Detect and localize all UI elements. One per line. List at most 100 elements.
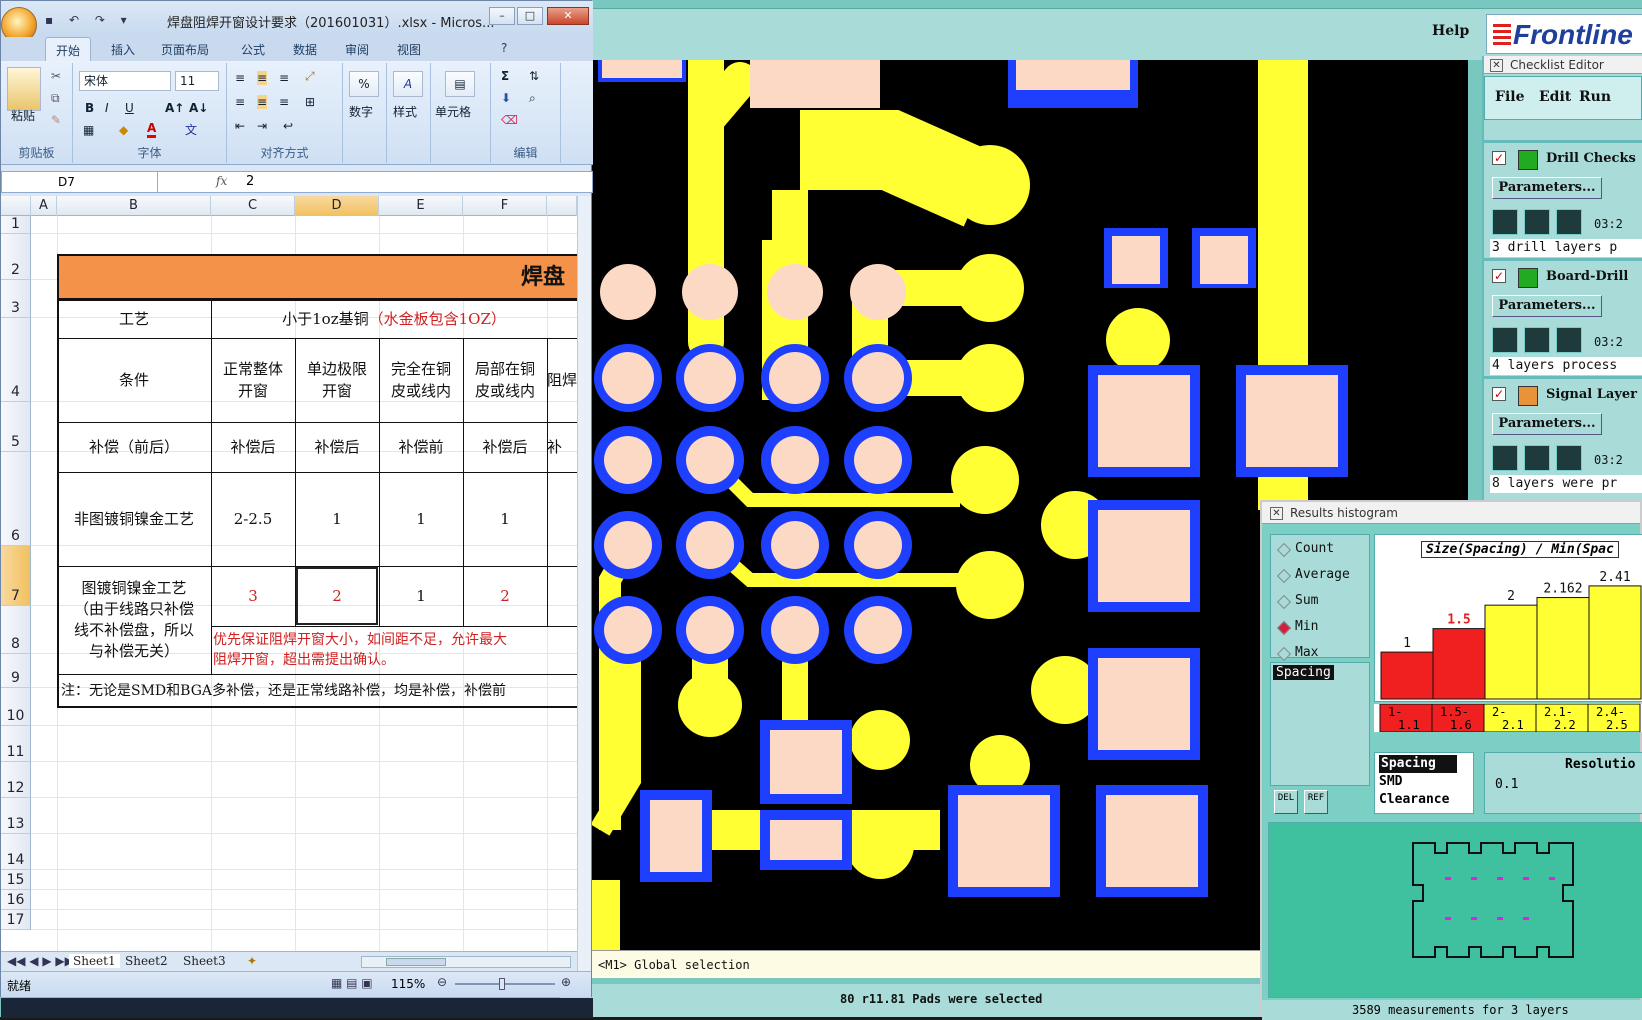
row-header[interactable]: 17 (1, 910, 31, 930)
row-header[interactable]: 5 (1, 402, 31, 452)
find-icon[interactable]: ⌕ (529, 91, 536, 106)
fill-icon[interactable]: ⬇ (501, 91, 511, 105)
help-icon[interactable]: ? (501, 41, 507, 55)
fill-color-icon[interactable]: ◆ (119, 123, 128, 137)
format-painter-icon[interactable]: ✎ (51, 113, 61, 127)
styles-icon[interactable]: A (393, 71, 423, 97)
tab-page-layout[interactable]: 页面布局 (161, 41, 209, 58)
increase-indent-icon[interactable]: ⇥ (257, 119, 267, 133)
menu-edit[interactable]: Edit (1539, 89, 1571, 105)
histogram-bar[interactable] (1380, 651, 1434, 700)
italic-button[interactable]: I (105, 101, 109, 115)
percent-icon[interactable]: % (349, 71, 379, 97)
zoom-slider[interactable] (455, 978, 555, 990)
run-icon[interactable] (1492, 445, 1518, 471)
decrease-indent-icon[interactable]: ⇤ (235, 119, 245, 133)
run-icon[interactable] (1556, 445, 1582, 471)
cut-icon[interactable]: ✂ (51, 69, 61, 83)
font-color-icon[interactable]: A (147, 121, 157, 138)
option-max[interactable]: Max (1277, 645, 1318, 660)
number-format-button[interactable]: 数字 (349, 103, 373, 120)
column-header[interactable] (547, 196, 577, 216)
vertical-scrollbar[interactable] (577, 196, 591, 971)
underline-button[interactable]: U (125, 101, 134, 115)
quick-access-toolbar[interactable]: ▪ ↶ ↷ ▾ (45, 13, 133, 27)
autosum-icon[interactable]: Σ (501, 69, 509, 83)
maximize-icon[interactable]: □ (517, 7, 543, 25)
option-average[interactable]: Average (1277, 567, 1350, 582)
value-cell[interactable]: 1 (379, 566, 463, 626)
worksheet-grid[interactable]: A B C D E F 1 2 3 4 5 6 7 8 9 10 11 12 13 14 15 16 17 焊盘 (1, 196, 577, 951)
sort-filter-icon[interactable]: ⇅ (529, 69, 539, 83)
category-list[interactable]: Spacing (1270, 662, 1370, 786)
tab-data[interactable]: 数据 (293, 41, 317, 58)
row-header[interactable]: 11 (1, 726, 31, 762)
histogram-bar[interactable] (1536, 597, 1590, 700)
value-cell[interactable]: 2-2.5 (211, 472, 295, 566)
row-header[interactable]: 2 (1, 234, 31, 280)
active-cell[interactable]: 2 (296, 567, 378, 625)
minimize-icon[interactable]: – (489, 7, 515, 25)
list-item-spacing[interactable]: Spacing (1273, 665, 1334, 680)
value-cell[interactable]: 1 (295, 472, 379, 566)
board-preview[interactable] (1268, 822, 1642, 998)
shrink-font-icon[interactable]: A↓ (189, 101, 208, 115)
styles-button[interactable]: 样式 (393, 103, 417, 120)
cells-icon[interactable]: ▤ (445, 71, 475, 97)
run-icon[interactable] (1556, 327, 1582, 353)
value-cell[interactable]: 3 (211, 566, 295, 626)
menu-file[interactable]: File (1495, 89, 1524, 105)
column-header[interactable]: F (463, 196, 547, 216)
merge-icon[interactable]: ⊞ (305, 95, 315, 109)
border-icon[interactable]: ▦ (83, 123, 94, 137)
parameters-button[interactable]: Parameters... (1492, 413, 1602, 435)
horizontal-scrollbar[interactable] (361, 956, 571, 968)
align-top-icon[interactable]: ≡ (235, 71, 245, 85)
font-name-select[interactable]: 宋体 (79, 71, 171, 91)
view-buttons-icon[interactable]: ▦ ▤ ▣ (331, 976, 373, 990)
row-header[interactable]: 16 (1, 890, 31, 910)
close-icon[interactable]: ✕ (547, 7, 589, 25)
column-header[interactable]: D (295, 196, 379, 216)
zoom-in-icon[interactable]: ⊕ (561, 975, 571, 989)
tab-formulas[interactable]: 公式 (241, 41, 265, 58)
column-header[interactable]: E (379, 196, 463, 216)
column-header[interactable]: A (31, 196, 57, 216)
row-checkbox[interactable]: ✓ (1492, 387, 1506, 401)
close-icon[interactable]: ✕ (1490, 59, 1503, 72)
histogram-bar[interactable] (1432, 628, 1486, 700)
bold-button[interactable]: B (85, 101, 94, 115)
tab-review[interactable]: 审阅 (345, 41, 369, 58)
run-icon[interactable] (1556, 209, 1582, 235)
run-icon[interactable] (1492, 209, 1518, 235)
parameters-button[interactable]: Parameters... (1492, 177, 1602, 199)
row-header[interactable]: 3 (1, 280, 31, 318)
run-icon[interactable] (1524, 209, 1550, 235)
orientation-icon[interactable]: ⤢ (305, 69, 315, 84)
column-header[interactable]: B (57, 196, 211, 216)
paste-button[interactable]: 粘贴 (11, 107, 35, 124)
zoom-level[interactable]: 115% (391, 977, 425, 991)
formula-input[interactable]: 2 (246, 174, 254, 189)
close-icon[interactable]: ✕ (1270, 507, 1283, 520)
row-header[interactable]: 14 (1, 834, 31, 870)
ref-button[interactable]: REF (1304, 790, 1328, 814)
zoom-out-icon[interactable]: ⊖ (437, 975, 447, 989)
tab-home[interactable]: 开始 (45, 37, 92, 61)
row-header[interactable]: 15 (1, 870, 31, 890)
option-min[interactable]: Min (1277, 619, 1318, 634)
select-all-corner[interactable] (1, 196, 31, 216)
row-header[interactable]: 4 (1, 318, 31, 402)
sheet-nav-icon[interactable]: ◀◀ ◀ ▶ ▶▶ (7, 954, 74, 968)
sheet-tab[interactable]: Sheet1 (69, 954, 120, 968)
run-icon[interactable] (1524, 445, 1550, 471)
align-bottom-icon[interactable]: ≡ (279, 71, 289, 85)
row-header[interactable]: 6 (1, 452, 31, 546)
wrap-text-icon[interactable]: ↩ (283, 119, 293, 133)
option-count[interactable]: Count (1277, 541, 1334, 556)
del-button[interactable]: DEL (1274, 790, 1298, 814)
help-menu[interactable]: Help (1432, 23, 1469, 39)
histogram-bar[interactable] (1588, 585, 1642, 700)
font-size-select[interactable]: 11 (175, 71, 219, 91)
cells-button[interactable]: 单元格 (435, 103, 471, 120)
